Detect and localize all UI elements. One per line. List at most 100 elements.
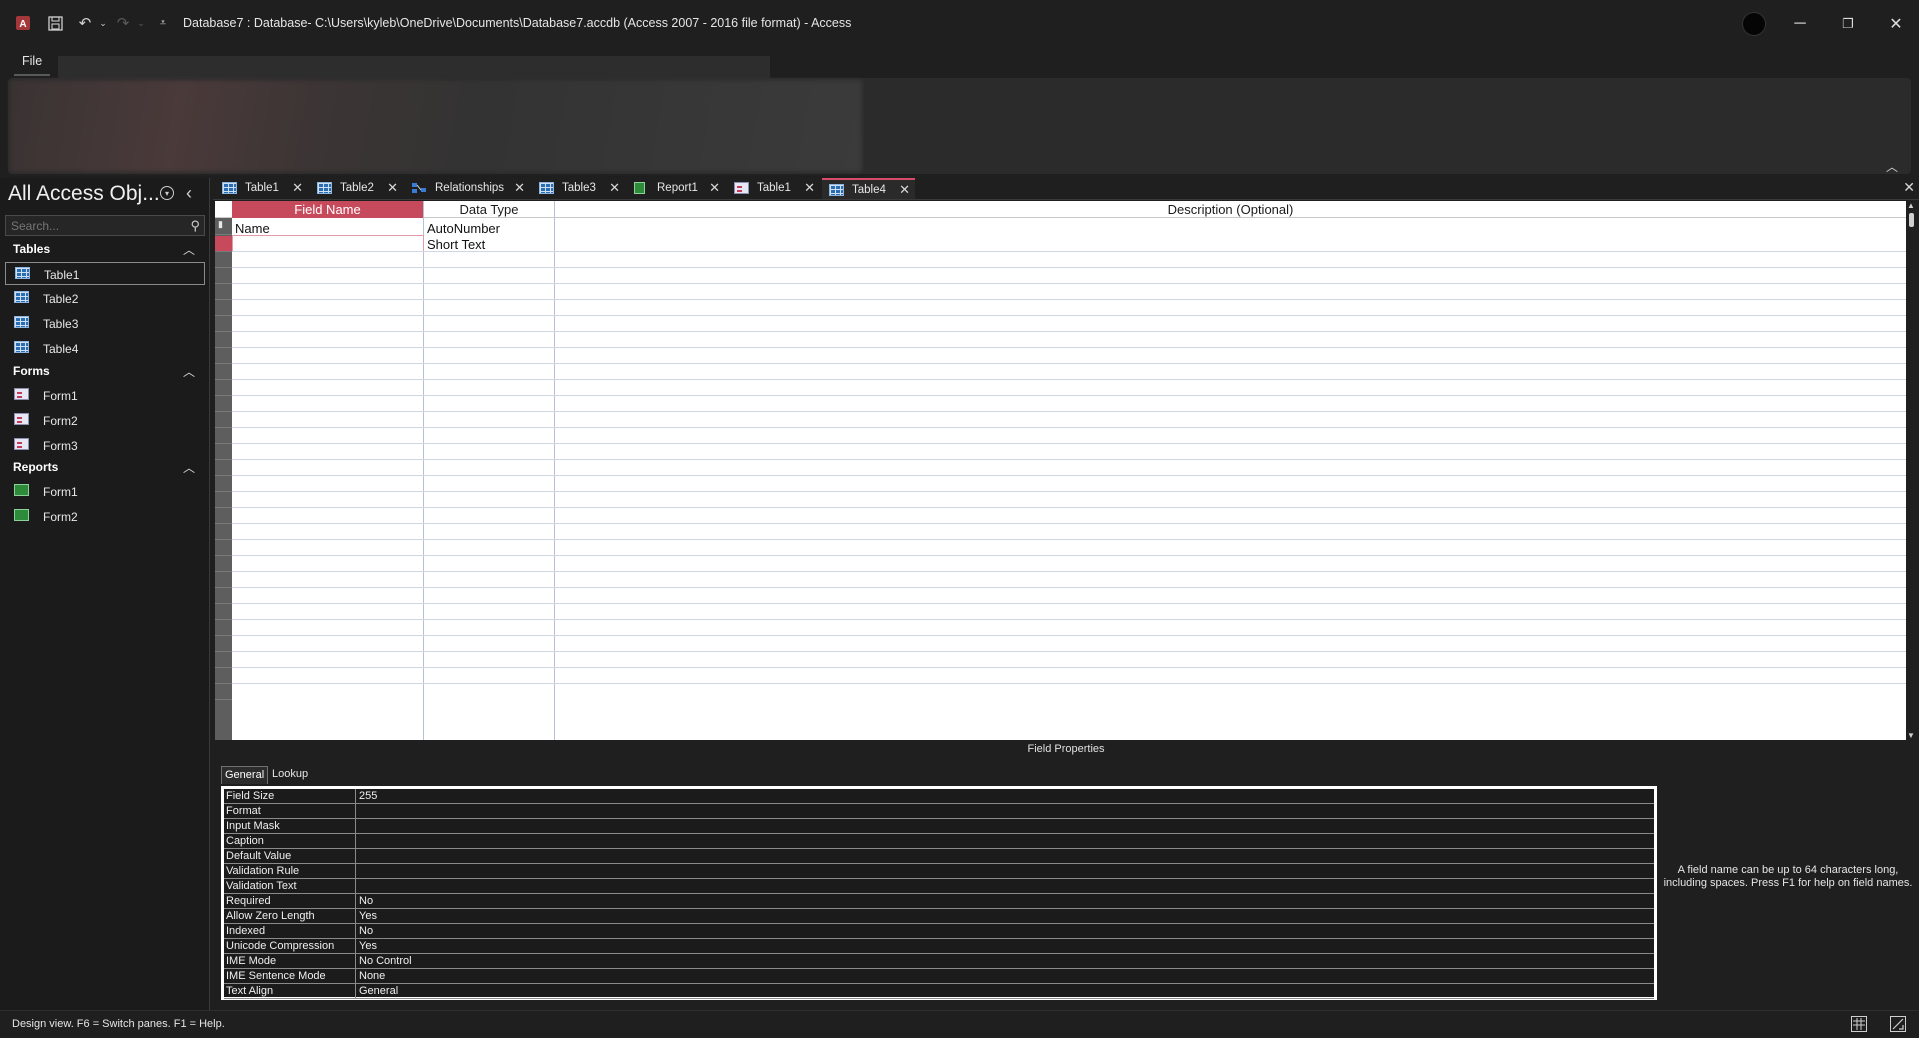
close-document-icon[interactable]: ✕ [1903,179,1915,196]
header-data-type[interactable]: Data Type [424,201,554,218]
nav-item-form1[interactable]: Form1 [5,384,205,407]
property-row[interactable]: Indexed No [224,924,1654,939]
property-row[interactable]: Allow Zero Length Yes [224,909,1654,924]
property-row[interactable]: Default Value [224,849,1654,864]
row-selector-2[interactable] [215,236,232,252]
header-description[interactable]: Description (Optional) [555,201,1906,218]
row-selector[interactable] [215,460,232,476]
row-selector[interactable] [215,364,232,380]
row-selector[interactable] [215,396,232,412]
nav-item-table1[interactable]: Table1 [5,262,205,285]
avatar[interactable] [1742,12,1766,36]
chevron-up-icon[interactable]: ︿ [183,459,195,476]
data-type-cell[interactable]: Short Text [427,237,485,252]
search-icon[interactable]: ⚲ [190,218,200,234]
tab-table1-form[interactable]: Table1 ✕ [727,178,820,199]
nav-item-form2[interactable]: Form2 [5,409,205,432]
tab-lookup[interactable]: Lookup [269,766,311,784]
property-value[interactable]: 255 [359,790,377,802]
close-icon[interactable]: ✕ [609,180,620,196]
close-icon[interactable]: ✕ [514,180,525,196]
datasheet-view-icon[interactable] [1851,1016,1867,1032]
close-icon[interactable]: ✕ [387,180,398,196]
property-row[interactable]: Text Align General [224,984,1654,999]
row-selector[interactable] [215,668,232,684]
row-selector[interactable] [215,428,232,444]
nav-item-table2[interactable]: Table2 [5,287,205,310]
close-button[interactable]: ✕ [1873,10,1919,38]
property-row[interactable]: Format [224,804,1654,819]
undo-icon[interactable]: ↶ [76,14,94,32]
row-selector[interactable] [215,268,232,284]
header-field-name[interactable]: Field Name [232,201,423,218]
field-name-cell[interactable]: Name [235,221,270,236]
table-design-grid[interactable]: Field Name Data Type Description (Option… [215,201,1906,740]
row-selector[interactable] [215,316,232,332]
row-selector[interactable] [215,492,232,508]
redo-dropdown-icon[interactable]: ⌄ [132,14,150,32]
row-selector[interactable] [215,604,232,620]
scroll-down-icon[interactable]: ▼ [1907,731,1915,740]
row-selector[interactable] [215,348,232,364]
search-input[interactable] [6,216,176,236]
row-selector[interactable] [215,332,232,348]
scroll-up-icon[interactable]: ▲ [1907,201,1915,210]
tab-table4[interactable]: Table4 ✕ [822,178,915,199]
property-row[interactable]: Required No [224,894,1654,909]
collapse-ribbon-icon[interactable]: ︿ [1886,158,1898,175]
property-row[interactable]: Caption [224,834,1654,849]
close-icon[interactable]: ✕ [899,182,910,198]
row-selector[interactable] [215,252,232,268]
row-selector[interactable] [215,684,232,700]
property-value[interactable]: No [359,925,373,937]
row-selector[interactable] [215,476,232,492]
row-selector[interactable] [215,508,232,524]
property-value[interactable]: General [359,985,398,997]
property-row[interactable]: Field Size 255 [224,789,1654,804]
property-row[interactable]: IME Sentence Mode None [224,969,1654,984]
file-tab[interactable]: File [14,52,51,76]
close-icon[interactable]: ✕ [292,180,303,196]
section-reports[interactable]: Reports ︿ [0,457,207,477]
section-tables[interactable]: Tables ︿ [0,239,207,259]
nav-pane-title[interactable]: All Access Obj... [8,182,160,206]
data-type-cell[interactable]: AutoNumber [427,221,500,236]
property-row[interactable]: Validation Text [224,879,1654,894]
active-field-name-cell[interactable] [232,235,424,252]
row-selector[interactable] [215,572,232,588]
nav-item-report-form1[interactable]: Form1 [5,480,205,503]
property-row[interactable]: Validation Rule [224,864,1654,879]
vertical-scrollbar[interactable]: ▲ ▼ [1906,201,1917,740]
row-selector[interactable] [215,300,232,316]
save-icon[interactable] [46,14,64,32]
row-selector[interactable] [215,652,232,668]
close-icon[interactable]: ✕ [709,180,720,196]
property-value[interactable]: No Control [359,955,412,967]
property-value[interactable]: Yes [359,910,377,922]
chevron-up-icon[interactable]: ︿ [183,241,195,258]
nav-item-form3[interactable]: Form3 [5,434,205,457]
property-row[interactable]: Unicode Compression Yes [224,939,1654,954]
row-selector[interactable] [215,588,232,604]
property-value[interactable]: Yes [359,940,377,952]
property-value[interactable]: None [359,970,385,982]
close-icon[interactable]: ✕ [804,180,815,196]
row-selector[interactable] [215,556,232,572]
minimize-button[interactable]: ─ [1777,10,1823,38]
row-selector[interactable] [215,540,232,556]
chevron-up-icon[interactable]: ︿ [183,363,195,380]
tab-general[interactable]: General [221,766,269,784]
tab-table3[interactable]: Table3 ✕ [532,178,625,199]
property-row[interactable]: Input Mask [224,819,1654,834]
undo-dropdown-icon[interactable]: ⌄ [94,14,112,32]
row-selector[interactable] [215,380,232,396]
shutter-bar-close-icon[interactable]: ‹ [186,183,192,204]
nav-item-report-form2[interactable]: Form2 [5,505,205,528]
tab-table1[interactable]: Table1 ✕ [215,178,308,199]
property-value[interactable]: No [359,895,373,907]
nav-item-table3[interactable]: Table3 [5,312,205,335]
tab-table2[interactable]: Table2 ✕ [310,178,403,199]
row-selector[interactable] [215,620,232,636]
row-selector[interactable] [215,444,232,460]
tab-report1[interactable]: Report1 ✕ [627,178,725,199]
